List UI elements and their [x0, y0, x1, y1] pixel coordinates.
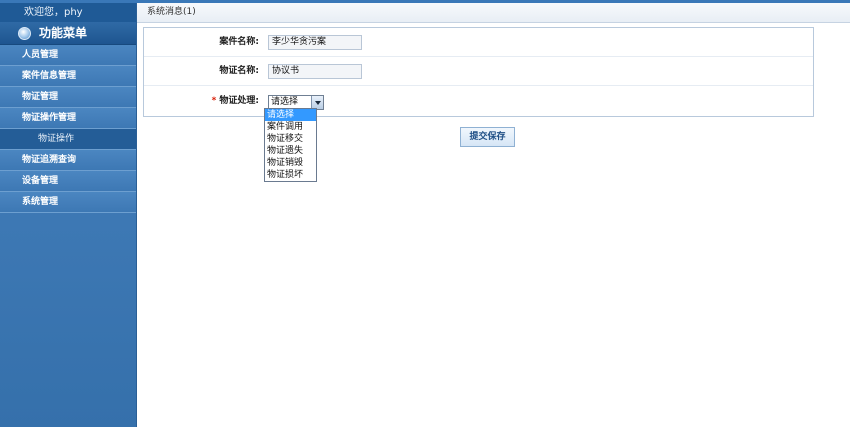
menu-header: 功能菜单 — [0, 22, 136, 45]
dropdown-option[interactable]: 物证遗失 — [265, 145, 316, 157]
welcome-text: 欢迎您，phy — [0, 3, 136, 22]
submit-save-button[interactable]: 提交保存 — [460, 127, 515, 147]
sidebar-item-case-info[interactable]: 案件信息管理 — [0, 66, 136, 87]
sidebar-item-traceability[interactable]: 物证追溯查询 — [0, 150, 136, 171]
dropdown-option[interactable]: 物证移交 — [265, 133, 316, 145]
case-name-field[interactable]: 李少华贪污案 — [268, 35, 362, 50]
action-dropdown-list: 请选择 案件调用 物证移交 物证遗失 物证销毁 物证损坏 — [264, 108, 317, 182]
menu-title: 功能菜单 — [39, 26, 88, 40]
case-name-label: 案件名称: — [219, 37, 259, 47]
action-select-value: 请选择 — [271, 97, 299, 107]
sidebar-item-evidence[interactable]: 物证管理 — [0, 87, 136, 108]
status-bar: 系统消息(1) — [137, 3, 850, 23]
menu-globe-icon — [18, 26, 31, 40]
dropdown-option[interactable]: 请选择 — [265, 109, 316, 121]
sidebar-subitem-evidence-op[interactable]: 物证操作 — [0, 129, 136, 150]
system-message-link[interactable]: 系统消息(1) — [147, 7, 196, 17]
dropdown-option[interactable]: 物证销毁 — [265, 157, 316, 169]
evidence-form: 案件名称: 李少华贪污案 物证名称: 协议书 * 物证处理: 请选择 — [143, 27, 814, 117]
form-row-action: * 物证处理: — [144, 86, 813, 116]
dropdown-option[interactable]: 案件调用 — [265, 121, 316, 133]
form-row-case: 案件名称: 李少华贪污案 — [144, 28, 813, 57]
required-mark: * — [211, 96, 217, 106]
evidence-name-field[interactable]: 协议书 — [268, 64, 362, 79]
sidebar-item-system[interactable]: 系统管理 — [0, 192, 136, 213]
sidebar-item-devices[interactable]: 设备管理 — [0, 171, 136, 192]
sidebar-item-personnel[interactable]: 人员管理 — [0, 45, 136, 66]
sidebar: 欢迎您，phy 功能菜单 人员管理 案件信息管理 物证管理 物证操作管理 物证操… — [0, 3, 137, 427]
action-label: * 物证处理: — [212, 86, 259, 116]
evidence-name-label: 物证名称: — [219, 66, 259, 76]
main-panel: 系统消息(1) 案件名称: 李少华贪污案 物证名称: 协议书 * 物证处理: 请选… — [137, 3, 850, 427]
form-row-evidence: 物证名称: 协议书 — [144, 57, 813, 86]
action-label-text: 物证处理: — [219, 96, 259, 106]
sidebar-item-evidence-ops[interactable]: 物证操作管理 — [0, 108, 136, 129]
dropdown-option[interactable]: 物证损坏 — [265, 169, 316, 181]
